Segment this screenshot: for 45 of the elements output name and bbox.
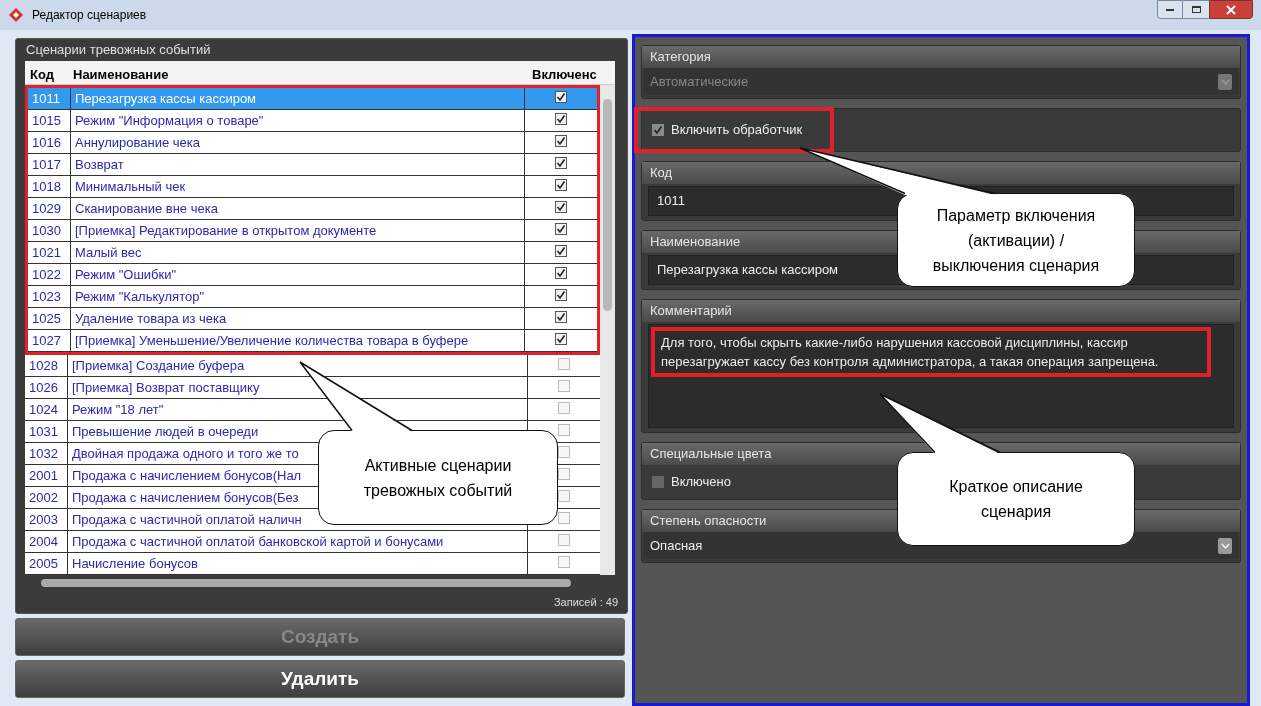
code-cell: 1017 xyxy=(28,154,71,175)
name-cell: Удаление товара из чека xyxy=(71,308,525,329)
name-cell: Возврат xyxy=(71,154,525,175)
name-cell: Режим "Ошибки" xyxy=(71,264,525,285)
code-cell: 2005 xyxy=(25,553,68,574)
name-cell: [Приемка] Уменьшение/Увеличение количества товара в буфере xyxy=(71,330,525,351)
code-cell: 1018 xyxy=(28,176,71,197)
code-cell: 1025 xyxy=(28,308,71,329)
checkbox-label: Включить обработчик xyxy=(671,121,803,140)
code-cell: 1015 xyxy=(28,110,71,131)
window-title: Редактор сценариев xyxy=(32,7,147,24)
name-cell: [Приемка] Редактирование в открытом документе xyxy=(71,220,525,241)
checkbox-label: Включено xyxy=(671,473,731,492)
name-cell: Режим "Калькулятор" xyxy=(71,286,525,307)
code-cell: 2002 xyxy=(25,487,68,508)
code-cell: 1031 xyxy=(25,421,68,442)
code-cell: 1021 xyxy=(28,242,71,263)
code-cell: 1022 xyxy=(28,264,71,285)
section-label: Категория xyxy=(642,46,1240,68)
code-cell: 1030 xyxy=(28,220,71,241)
name-cell: Перезагрузка кассы кассиром xyxy=(71,88,525,109)
name-cell: Режим "Информация о товаре" xyxy=(71,110,525,131)
code-cell: 1024 xyxy=(25,399,68,420)
name-cell: Продажа с частичной оплатой банковской картой и бонусами xyxy=(68,531,528,552)
name-cell: Начисление бонусов xyxy=(68,553,528,574)
code-cell: 1023 xyxy=(28,286,71,307)
code-cell: 1029 xyxy=(28,198,71,219)
name-cell: Сканирование вне чека xyxy=(71,198,525,219)
code-cell: 2001 xyxy=(25,465,68,486)
code-cell: 1027 xyxy=(28,330,71,351)
comment-text: Для того, чтобы скрыть какие-либо нарушения кассовой дисциплины, кассир перезагружает кассу без контроля администратора, а такая операция запрещена. xyxy=(661,334,1160,371)
code-cell: 2003 xyxy=(25,509,68,530)
code-cell: 1026 xyxy=(25,377,68,398)
name-cell: Малый вес xyxy=(71,242,525,263)
name-cell: Аннулирование чека xyxy=(71,132,525,153)
name-cell: Минимальный чек xyxy=(71,176,525,197)
section-label: Комментарий xyxy=(642,300,1240,322)
code-cell: 1032 xyxy=(25,443,68,464)
panel-title: Сценарии тревожных событий xyxy=(25,41,212,59)
code-cell: 1028 xyxy=(25,355,68,376)
section-label: Код xyxy=(642,162,1240,184)
code-cell: 1011 xyxy=(28,88,71,109)
code-cell: 1016 xyxy=(28,132,71,153)
record-count: Записей : 49 xyxy=(552,595,618,610)
code-cell: 2004 xyxy=(25,531,68,552)
